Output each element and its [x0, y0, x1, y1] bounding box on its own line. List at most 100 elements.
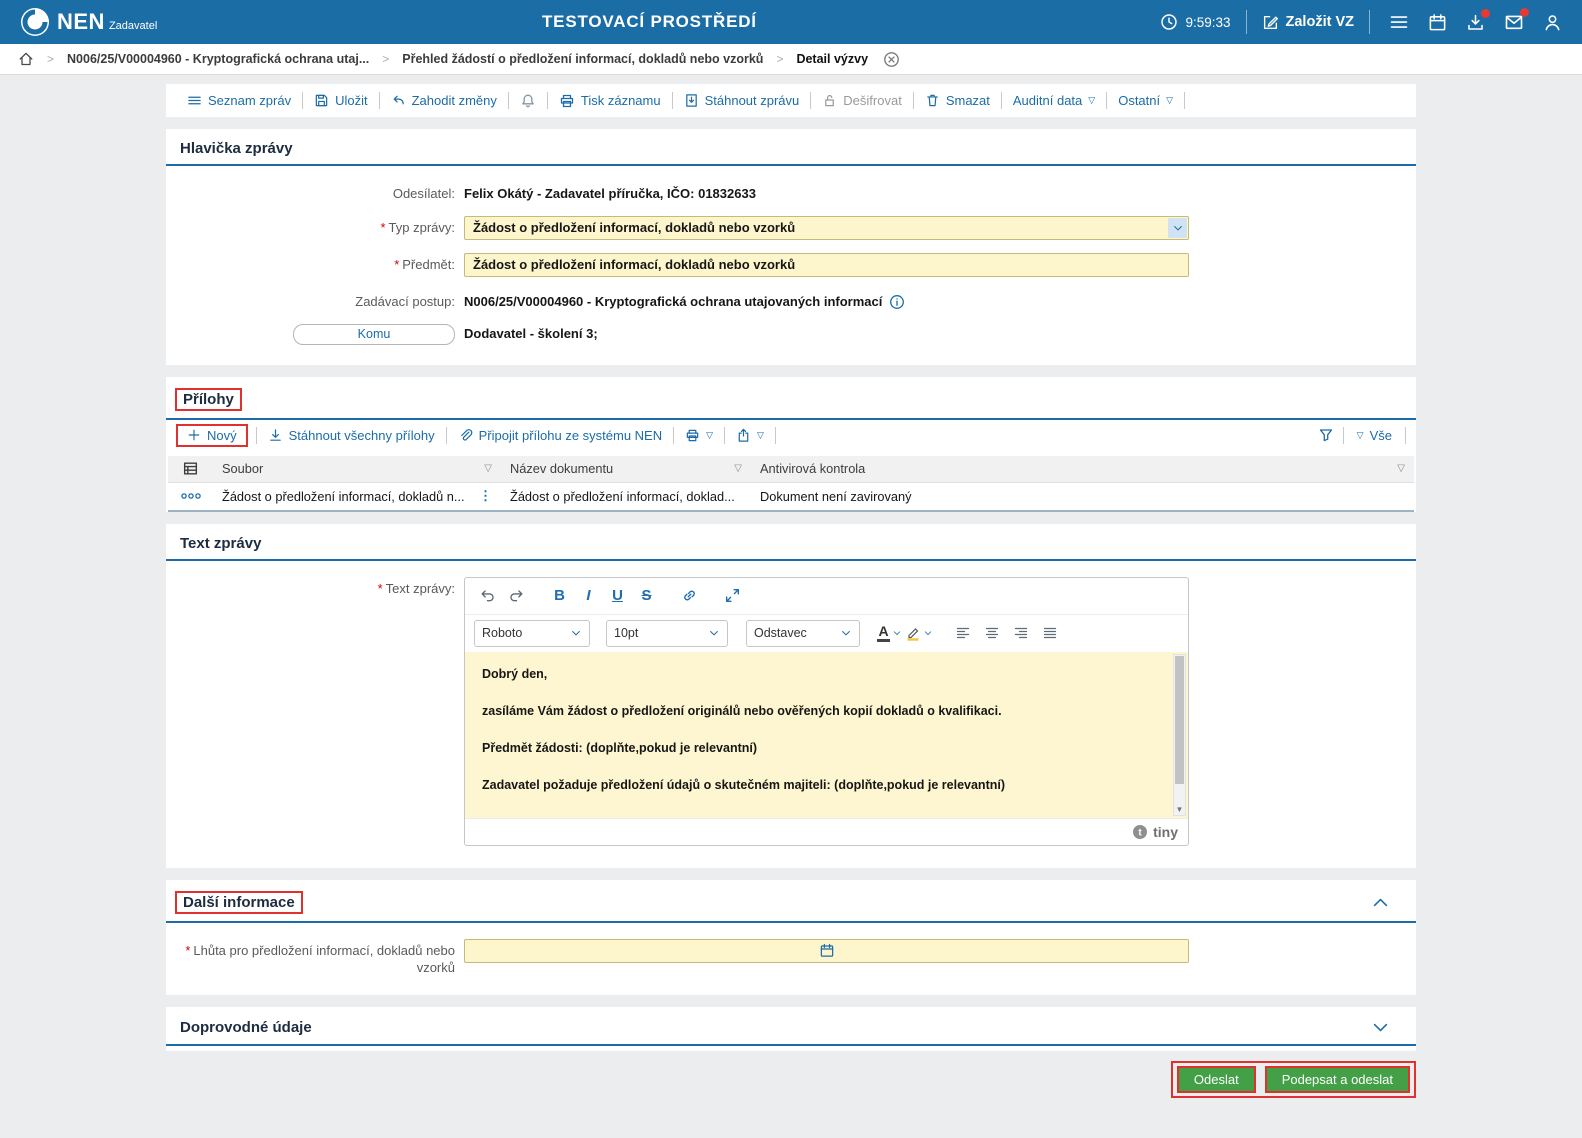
cell-antivir: Dokument není zavirovaný: [760, 488, 912, 504]
align-center-button[interactable]: [978, 620, 1005, 647]
filter-button[interactable]: [1318, 427, 1334, 443]
zalozit-vz-button[interactable]: Založit VZ: [1262, 14, 1354, 31]
chevron-down-icon: ▽: [706, 429, 714, 440]
font-family-value: Roboto: [482, 626, 523, 641]
fullscreen-button[interactable]: [719, 582, 746, 609]
collapse-section-button[interactable]: [1371, 893, 1402, 912]
breadcrumb-separator: >: [776, 52, 784, 66]
zalozit-vz-label: Založit VZ: [1285, 14, 1354, 30]
align-right-button[interactable]: [1007, 620, 1034, 647]
scroll-down-icon[interactable]: ▼: [1174, 805, 1185, 814]
podepsat-a-odeslat-button[interactable]: Podepsat a odeslat: [1264, 1065, 1410, 1093]
ulozit-button[interactable]: Uložit: [303, 93, 379, 108]
column-header-antivir[interactable]: Antivirová kontrola ▽: [751, 461, 1414, 476]
italic-button[interactable]: I: [575, 582, 602, 609]
auditni-data-button[interactable]: Auditní data ▽: [1002, 93, 1106, 108]
editor-content[interactable]: Dobrý den, zasíláme Vám žádost o předlož…: [465, 651, 1188, 818]
command-toolbar: Seznam zpráv Uložit Zahodit změny Tisk z…: [166, 84, 1416, 117]
expand-section-button[interactable]: [1371, 1018, 1402, 1037]
font-size-select[interactable]: 10pt: [606, 619, 728, 647]
print-icon: [560, 94, 574, 107]
section-title: Doprovodné údaje: [180, 1018, 312, 1036]
notifications-button[interactable]: [509, 93, 547, 109]
divider: [774, 426, 776, 444]
stahnout-zpravu-button[interactable]: Stáhnout zprávu: [673, 93, 811, 108]
strikethrough-button[interactable]: S: [633, 582, 660, 609]
print-attachments-button[interactable]: ▽: [674, 428, 724, 443]
seznam-zprav-button[interactable]: Seznam zpráv: [176, 93, 302, 108]
column-settings-button[interactable]: [168, 460, 213, 477]
tisk-zaznamu-label: Tisk záznamu: [580, 93, 661, 108]
kebab-menu-icon[interactable]: ⋮: [479, 488, 492, 504]
ulozit-label: Uložit: [335, 93, 368, 108]
breadcrumb-item-overview[interactable]: Přehled žádostí o předložení informací, …: [402, 52, 763, 66]
column-header-soubor[interactable]: Soubor ▽: [213, 461, 501, 476]
desifrovat-label: Dešifrovat: [843, 93, 902, 108]
odesilatel-value: Felix Okátý - Zadavatel příručka, IČO: 0…: [464, 186, 756, 201]
field-predmet: * Předmět:: [166, 252, 1416, 277]
scrollbar-thumb[interactable]: [1175, 655, 1184, 784]
editor-footer: t tiny: [465, 817, 1188, 845]
align-right-icon: [1014, 628, 1027, 639]
highlight-color-button[interactable]: [905, 620, 933, 647]
menu-button[interactable]: [1389, 12, 1409, 32]
annotation-highlight: Odeslat Podepsat a odeslat: [1170, 1060, 1416, 1098]
nen-home-link[interactable]: NEN Zadavatel: [20, 7, 157, 37]
text-color-button[interactable]: A: [876, 620, 903, 647]
command-toolbar-panel: Seznam zpráv Uložit Zahodit změny Tisk z…: [166, 84, 1416, 117]
stahnout-vsechny-button[interactable]: Stáhnout všechny přílohy: [257, 428, 446, 443]
redo-button[interactable]: [503, 582, 530, 609]
seznam-zprav-label: Seznam zpráv: [208, 93, 292, 108]
block-format-select[interactable]: Odstavec: [746, 619, 860, 647]
scrollbar[interactable]: ▼: [1173, 653, 1186, 816]
messages-button[interactable]: [1504, 8, 1529, 32]
bold-button[interactable]: B: [546, 582, 573, 609]
tisk-zaznamu-button[interactable]: Tisk záznamu: [548, 93, 672, 109]
zahodit-zmeny-button[interactable]: Zahodit změny: [380, 93, 508, 108]
desifrovat-button: Dešifrovat: [811, 93, 913, 108]
font-family-select[interactable]: Roboto: [474, 619, 590, 647]
odeslat-button[interactable]: Odeslat: [1176, 1065, 1256, 1093]
typ-zpravy-label: Typ zprávy:: [388, 219, 455, 235]
export-attachments-button[interactable]: ▽: [725, 428, 775, 443]
align-center-icon: [985, 628, 998, 639]
novy-button[interactable]: Nový: [182, 428, 242, 443]
home-button[interactable]: [18, 51, 34, 67]
link-button[interactable]: [676, 582, 703, 609]
date-picker-button[interactable]: [819, 943, 834, 958]
align-justify-button[interactable]: [1036, 620, 1063, 647]
dots-icon: [180, 493, 201, 500]
align-left-button[interactable]: [949, 620, 976, 647]
calendar-button[interactable]: [1428, 13, 1447, 32]
block-format-value: Odstavec: [754, 626, 807, 641]
header-actions: 9:59:33 Založit VZ: [1160, 8, 1562, 34]
user-button[interactable]: [1543, 13, 1562, 32]
align-left-icon: [956, 628, 969, 639]
vse-label: Vše: [1369, 427, 1392, 443]
column-header-nazev[interactable]: Název dokumentu ▽: [501, 461, 751, 476]
section-title: Další informace: [183, 893, 295, 911]
pripojit-prilohu-button[interactable]: Připojit přílohu ze systému NEN: [447, 428, 674, 443]
info-button[interactable]: [889, 294, 905, 310]
breadcrumb-item-procedure[interactable]: N006/25/V00004960 - Kryptografická ochra…: [67, 52, 369, 66]
table-row[interactable]: Žádost o předložení informací, dokladů n…: [168, 483, 1414, 512]
row-actions-button[interactable]: [168, 491, 213, 501]
edit-icon: [1263, 15, 1278, 29]
smazat-button[interactable]: Smazat: [914, 93, 1001, 108]
undo-button[interactable]: [474, 582, 501, 609]
downloads-button[interactable]: [1466, 8, 1490, 32]
close-tab-button[interactable]: [883, 51, 900, 68]
fullscreen-icon: [725, 589, 740, 603]
underline-button[interactable]: U: [604, 582, 631, 609]
komu-button[interactable]: Komu: [293, 323, 455, 345]
typ-zpravy-dropdown-button[interactable]: [1168, 217, 1187, 238]
breadcrumb-item-current: Detail výzvy: [796, 52, 869, 66]
predmet-input[interactable]: [464, 252, 1189, 277]
required-marker: *: [380, 219, 386, 235]
typ-zpravy-input[interactable]: [464, 215, 1189, 240]
ostatni-button[interactable]: Ostatní ▽: [1107, 93, 1184, 108]
vse-filter-button[interactable]: ▽ Vše: [1353, 428, 1396, 443]
brand-subtitle: Zadavatel: [108, 20, 158, 32]
chevron-down-icon: [893, 631, 900, 636]
annotation-highlight: Nový: [176, 423, 248, 447]
